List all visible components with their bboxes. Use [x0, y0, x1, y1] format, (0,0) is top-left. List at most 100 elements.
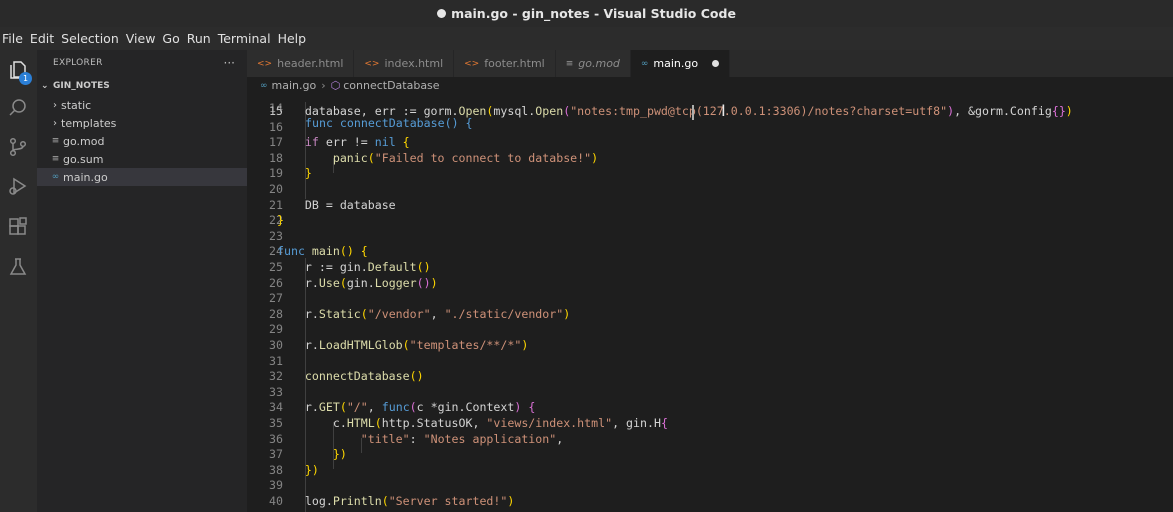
workspace-root[interactable]: ⌄ GIN_NOTES	[37, 76, 247, 96]
menu-selection[interactable]: Selection	[61, 31, 124, 46]
code-line: 25 r := gin.Default()	[247, 260, 1173, 276]
tab-index-html[interactable]: <> index.html	[354, 50, 455, 77]
tab-label: header.html	[277, 57, 344, 70]
line-code: connectDatabase()	[304, 369, 424, 384]
tree-folder-static[interactable]: › static	[37, 96, 247, 114]
menu-file[interactable]: File	[2, 31, 28, 46]
line-code: func main() {	[277, 244, 368, 259]
line-code: r.GET("/", func(c *gin.Context) {	[277, 400, 536, 415]
code-line: 31	[247, 354, 1173, 370]
tree-file-go-sum[interactable]: ≡ go.sum	[37, 150, 247, 168]
line-number: 20	[269, 182, 283, 196]
code-line: 26 r.Use(gin.Logger())	[247, 276, 1173, 292]
text-cursor	[692, 104, 694, 120]
code-line: 15 database, err := gorm.Open(mysql.Open…	[247, 104, 1173, 120]
menu-help[interactable]: Help	[278, 31, 312, 46]
line-number: 23	[269, 228, 283, 243]
html-icon: <>	[257, 58, 273, 69]
search-icon[interactable]	[6, 96, 30, 120]
menu-run[interactable]: Run	[187, 31, 216, 46]
explorer-title: EXPLORER	[53, 57, 103, 68]
title-bar: main.go - gin_notes - Visual Studio Code	[0, 0, 1173, 27]
code-line: 21 DB = database	[247, 198, 1173, 214]
tab-label: index.html	[384, 57, 444, 70]
tree-item-label: go.mod	[63, 134, 105, 148]
code-line: 20	[247, 182, 1173, 198]
code-line: 29	[247, 322, 1173, 338]
tree-file-main-go[interactable]: ∞ main.go	[37, 168, 247, 186]
window-title: main.go - gin_notes - Visual Studio Code	[451, 6, 736, 21]
code-line: 40 log.Println("Server started!")	[247, 494, 1173, 510]
line-code: }	[304, 166, 312, 181]
line-code: log.Println("Server started!")	[277, 494, 515, 508]
tree-item-label: static	[61, 98, 92, 112]
code-editor[interactable]: 14 func connectDatabase() { 15 database,…	[247, 77, 1173, 512]
breadcrumb-file[interactable]: main.go	[272, 79, 317, 92]
code-line: 32 connectDatabase()	[247, 369, 1173, 385]
code-line: 16	[247, 120, 1173, 136]
source-control-icon[interactable]	[6, 135, 30, 159]
line-code: if err != nil {	[304, 135, 410, 150]
modified-dot-icon[interactable]	[712, 60, 720, 67]
menu-edit[interactable]: Edit	[30, 31, 59, 46]
line-code: }	[277, 213, 284, 228]
mouse-ibeam-icon: I	[721, 101, 726, 120]
code-line: 33	[247, 385, 1173, 401]
tab-footer-html[interactable]: <> footer.html	[454, 50, 556, 77]
tree-item-label: main.go	[63, 170, 108, 184]
line-code: })	[304, 462, 319, 477]
line-number: 31	[269, 353, 283, 368]
explorer-sidebar: EXPLORER ··· ⌄ GIN_NOTES › static › temp…	[37, 50, 247, 512]
tab-label: footer.html	[484, 57, 545, 70]
workspace-root-label: GIN_NOTES	[53, 81, 110, 91]
go-icon: ∞	[260, 80, 268, 91]
chevron-down-icon: ⌄	[41, 81, 49, 91]
line-code: "title": "Notes application",	[360, 431, 564, 446]
code-line: 38 })	[247, 463, 1173, 479]
function-symbol-icon: ⬡	[330, 79, 341, 92]
editor-tabs: <> header.html <> index.html <> footer.h…	[247, 50, 1173, 77]
code-line: 27	[247, 291, 1173, 307]
code-line: 39	[247, 478, 1173, 494]
explorer-header: EXPLORER ···	[37, 50, 247, 75]
menu-go[interactable]: Go	[162, 31, 184, 46]
tab-header-html[interactable]: <> header.html	[247, 50, 355, 77]
line-number: 16	[269, 119, 283, 134]
line-code: r.Static("/vendor", "./static/vendor")	[277, 306, 571, 321]
mod-icon: ≡	[565, 58, 574, 69]
menu-terminal[interactable]: Terminal	[218, 31, 276, 46]
line-number: 29	[269, 322, 283, 337]
code-line: 23	[247, 229, 1173, 245]
testing-icon[interactable]	[6, 255, 30, 279]
go-icon: ∞	[640, 58, 649, 69]
line-code: r.Use(gin.Logger())	[277, 275, 438, 290]
tree-folder-templates[interactable]: › templates	[37, 114, 247, 132]
extensions-icon[interactable]	[6, 215, 30, 239]
explorer-badge: 1	[19, 72, 32, 85]
activity-bar: 1	[0, 50, 37, 512]
explorer-icon[interactable]: 1	[6, 58, 32, 85]
tab-main-go[interactable]: ∞ main.go	[630, 50, 731, 77]
code-line: 28 r.Static("/vendor", "./static/vendor"…	[247, 307, 1173, 323]
tree-file-go-mod[interactable]: ≡ go.mod	[37, 132, 247, 150]
line-code: DB = database	[277, 197, 396, 212]
breadcrumb: ∞ main.go › ⬡ connectDatabase	[247, 77, 1173, 94]
tab-label: main.go	[653, 57, 699, 70]
tree-item-label: templates	[61, 116, 117, 130]
more-actions-icon[interactable]: ···	[224, 56, 235, 70]
code-line: 36 "title": "Notes application",	[247, 432, 1173, 448]
html-icon: <>	[364, 58, 380, 69]
code-line: 37 })	[247, 447, 1173, 463]
chevron-right-icon: ›	[53, 117, 57, 129]
tab-go-mod[interactable]: ≡ go.mod	[555, 50, 631, 77]
line-code: })	[332, 447, 347, 462]
line-code: r := gin.Default()	[277, 260, 431, 274]
chevron-right-icon: ›	[53, 99, 57, 111]
breadcrumb-symbol[interactable]: connectDatabase	[343, 79, 439, 92]
code-line: 24 func main() {	[247, 244, 1173, 260]
tree-item-label: go.sum	[63, 152, 104, 166]
line-code: panic("Failed to connect to databse!")	[332, 150, 599, 165]
line-number: 33	[269, 384, 283, 399]
run-debug-icon[interactable]	[6, 174, 30, 198]
menu-view[interactable]: View	[126, 31, 161, 46]
